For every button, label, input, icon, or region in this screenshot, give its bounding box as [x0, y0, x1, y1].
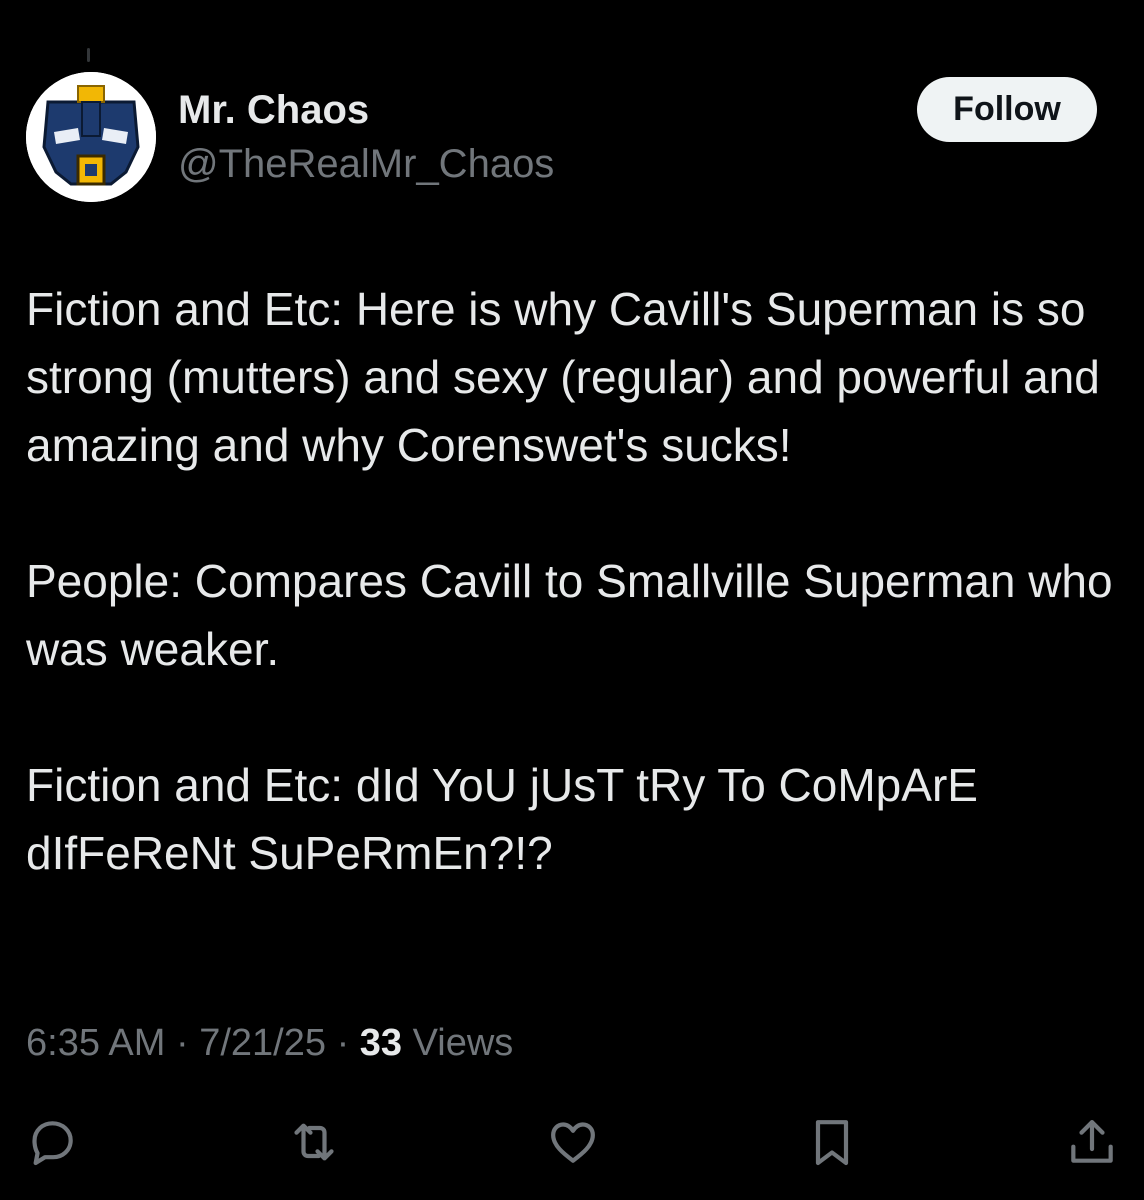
views-label: Views [412, 1022, 514, 1064]
reply-icon [32, 1121, 73, 1166]
like-icon [551, 1122, 595, 1163]
share-icon [1071, 1120, 1113, 1163]
bookmark-button[interactable] [800, 1110, 864, 1174]
repost-icon [294, 1123, 334, 1161]
views-count: 33 [359, 1022, 403, 1064]
meta-separator: · [336, 1022, 350, 1064]
author-handle[interactable]: @TheRealMr_Chaos [178, 142, 554, 187]
like-button[interactable] [541, 1110, 605, 1174]
share-button[interactable] [1060, 1110, 1124, 1174]
avatar[interactable] [26, 72, 156, 202]
tweet-paragraph: Fiction and Etc: Here is why Cavill's Su… [26, 283, 1100, 471]
tweet-paragraph: People: Compares Cavill to Smallville Su… [26, 555, 1113, 675]
bookmark-icon [815, 1120, 849, 1166]
tweet-date[interactable]: 7/21/25 [199, 1022, 326, 1064]
author-display-name[interactable]: Mr. Chaos [178, 88, 369, 133]
robot-mask-avatar-icon [26, 72, 156, 202]
tweet-time[interactable]: 6:35 AM [26, 1022, 165, 1064]
meta-separator: · [175, 1022, 189, 1064]
action-bar [0, 1110, 1144, 1180]
tweet-paragraph: Fiction and Etc: dId YoU jUsT tRy To CoM… [26, 759, 978, 879]
tweet-meta: 6:35 AM · 7/21/25 · 33 Views [26, 1022, 513, 1065]
tweet-text: Fiction and Etc: Here is why Cavill's Su… [26, 275, 1116, 887]
reply-button[interactable] [20, 1110, 84, 1174]
follow-button[interactable]: Follow [917, 77, 1097, 142]
thread-connector-line [87, 48, 90, 62]
repost-button[interactable] [282, 1110, 346, 1174]
